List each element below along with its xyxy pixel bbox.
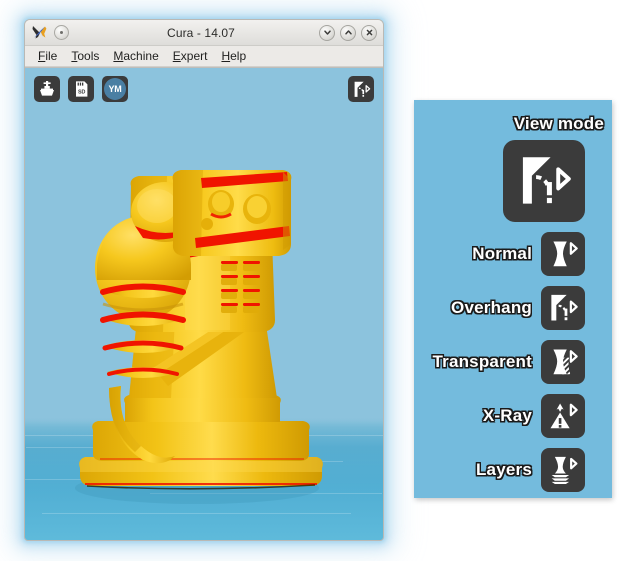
shade-window-button[interactable] bbox=[54, 25, 69, 40]
3d-viewport[interactable]: SD YM bbox=[25, 67, 383, 540]
load-model-button[interactable] bbox=[34, 76, 60, 102]
menu-label-rest: elp bbox=[230, 48, 247, 63]
shade-dot-icon bbox=[60, 31, 63, 34]
svg-text:SD: SD bbox=[77, 89, 85, 95]
view-mode-label: X-Ray bbox=[482, 406, 532, 425]
view-mode-label: Overhang bbox=[451, 298, 532, 317]
menu-label-rest: ools bbox=[77, 48, 100, 63]
view-mode-label: Normal bbox=[472, 244, 532, 263]
view-mode-label: Transparent bbox=[432, 352, 532, 371]
xray-view-icon-button[interactable] bbox=[541, 394, 585, 438]
maximize-button[interactable] bbox=[340, 24, 356, 41]
view-mode-list: Normal Overhang Transparent X-Ray Layers bbox=[414, 232, 585, 502]
menu-label-rest: ile bbox=[45, 48, 58, 63]
chevron-down-icon bbox=[323, 30, 331, 35]
layers-view-icon bbox=[551, 456, 578, 484]
transparent-view-icon-button[interactable] bbox=[541, 340, 585, 384]
overhang-view-icon-button[interactable] bbox=[541, 286, 585, 330]
viewport-toolbar-right bbox=[348, 76, 374, 102]
overhang-view-icon bbox=[354, 81, 370, 97]
view-mode-option-overhang[interactable]: Overhang bbox=[414, 286, 585, 330]
current-view-mode-button[interactable] bbox=[503, 140, 585, 222]
overhang-view-icon bbox=[522, 157, 571, 204]
save-toolpath-button[interactable]: SD bbox=[68, 76, 94, 102]
menu-bar: File Tools Machine Expert Help bbox=[25, 46, 383, 67]
view-mode-option-xray[interactable]: X-Ray bbox=[414, 394, 585, 438]
close-x-icon bbox=[366, 29, 372, 36]
view-mode-option-layers[interactable]: Layers bbox=[414, 448, 585, 492]
view-mode-title: View mode bbox=[513, 114, 604, 133]
close-button[interactable] bbox=[361, 24, 377, 41]
menu-item-help[interactable]: Help bbox=[214, 48, 253, 65]
title-bar: Cura - 14.07 bbox=[25, 20, 383, 46]
xray-view-icon bbox=[550, 403, 578, 429]
window-controls bbox=[311, 24, 377, 41]
layers-view-icon-button[interactable] bbox=[541, 448, 585, 492]
sd-card-icon: SD bbox=[75, 81, 87, 97]
menu-item-file[interactable]: File bbox=[31, 48, 64, 65]
menu-mnemonic: H bbox=[221, 48, 231, 63]
view-mode-option-transparent[interactable]: Transparent bbox=[414, 340, 585, 384]
youmagine-icon: YM bbox=[104, 78, 126, 100]
menu-label-rest: xpert bbox=[180, 48, 208, 63]
robot-model[interactable] bbox=[25, 68, 383, 540]
menu-item-expert[interactable]: Expert bbox=[166, 48, 215, 65]
ship-load-icon bbox=[40, 81, 54, 96]
window-title: Cura - 14.07 bbox=[167, 25, 235, 40]
menu-item-machine[interactable]: Machine bbox=[106, 48, 165, 65]
view-mode-label: Layers bbox=[475, 460, 532, 479]
share-youmagine-button[interactable]: YM bbox=[102, 76, 128, 102]
menu-mnemonic: E bbox=[172, 48, 181, 63]
transparent-view-icon bbox=[553, 349, 578, 375]
titlebar-left-group bbox=[31, 24, 91, 41]
viewport-toolbar-left: SD YM bbox=[34, 76, 128, 102]
view-mode-option-normal[interactable]: Normal bbox=[414, 232, 585, 276]
cura-application-window: Cura - 14.07 File Tools Machine Expert H… bbox=[24, 19, 384, 541]
chevron-up-icon bbox=[344, 30, 352, 35]
normal-view-icon bbox=[553, 241, 578, 267]
view-mode-panel: View mode Normal Overhang Transparent X-… bbox=[414, 100, 612, 498]
menu-item-tools[interactable]: Tools bbox=[64, 48, 106, 65]
normal-view-icon-button[interactable] bbox=[541, 232, 585, 276]
menu-label-rest: achine bbox=[123, 48, 159, 63]
menu-mnemonic: M bbox=[113, 48, 124, 63]
minimize-button[interactable] bbox=[319, 24, 335, 41]
view-mode-toggle-button[interactable] bbox=[348, 76, 374, 102]
overhang-view-icon bbox=[551, 294, 578, 321]
cura-x-icon bbox=[31, 24, 48, 41]
